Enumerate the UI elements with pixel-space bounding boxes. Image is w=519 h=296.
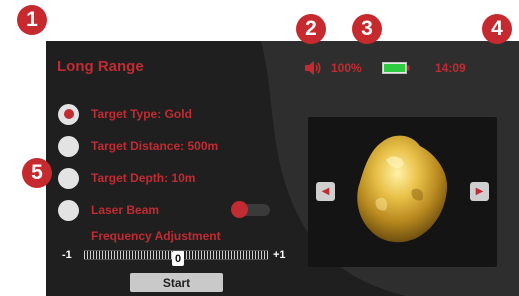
option-label: Target Depth: 10m xyxy=(91,171,196,185)
radio-button-selected[interactable] xyxy=(58,103,79,125)
radio-button[interactable] xyxy=(58,167,79,189)
battery-icon xyxy=(382,58,410,78)
radio-button[interactable] xyxy=(58,135,79,157)
radio-button[interactable] xyxy=(58,199,79,221)
option-label: Target Type: Gold xyxy=(91,107,192,121)
clock-time: 14:09 xyxy=(435,61,466,75)
device-screen: Long Range 100% 14:09 Target Type: Gold … xyxy=(46,41,519,296)
target-preview-panel: ◀ ▶ xyxy=(308,117,497,267)
callout-badge-5: 5 xyxy=(22,158,52,188)
option-laser-beam[interactable]: Laser Beam xyxy=(58,198,278,222)
gold-nugget-image xyxy=(357,135,448,243)
toggle-knob xyxy=(231,201,248,218)
callout-badge-3: 3 xyxy=(352,14,382,44)
chevron-right-icon[interactable]: ▶ xyxy=(470,182,489,201)
start-button[interactable]: Start xyxy=(130,273,223,292)
mode-title: Long Range xyxy=(57,58,144,75)
option-target-distance[interactable]: Target Distance: 500m xyxy=(58,134,278,158)
slider-max-label: +1 xyxy=(273,249,286,261)
callout-badge-4: 4 xyxy=(482,14,512,44)
speaker-icon[interactable] xyxy=(304,58,322,78)
frequency-slider[interactable]: -1 0 +1 xyxy=(57,247,297,266)
option-target-type[interactable]: Target Type: Gold xyxy=(58,102,278,126)
option-label: Laser Beam xyxy=(91,203,160,217)
radio-selected-dot xyxy=(63,109,74,119)
battery-percentage: 100% xyxy=(331,61,362,75)
option-label: Target Distance: 500m xyxy=(91,139,219,153)
slider-min-label: -1 xyxy=(62,249,72,261)
callout-badge-1: 1 xyxy=(17,5,47,35)
laser-beam-toggle[interactable] xyxy=(231,201,270,218)
chevron-left-icon[interactable]: ◀ xyxy=(316,182,335,201)
slider-track[interactable]: 0 xyxy=(84,250,268,266)
slider-thumb[interactable]: 0 xyxy=(172,251,184,266)
option-target-depth[interactable]: Target Depth: 10m xyxy=(58,166,278,190)
callout-badge-2: 2 xyxy=(296,14,326,44)
frequency-adjustment-label: Frequency Adjustment xyxy=(91,229,221,243)
